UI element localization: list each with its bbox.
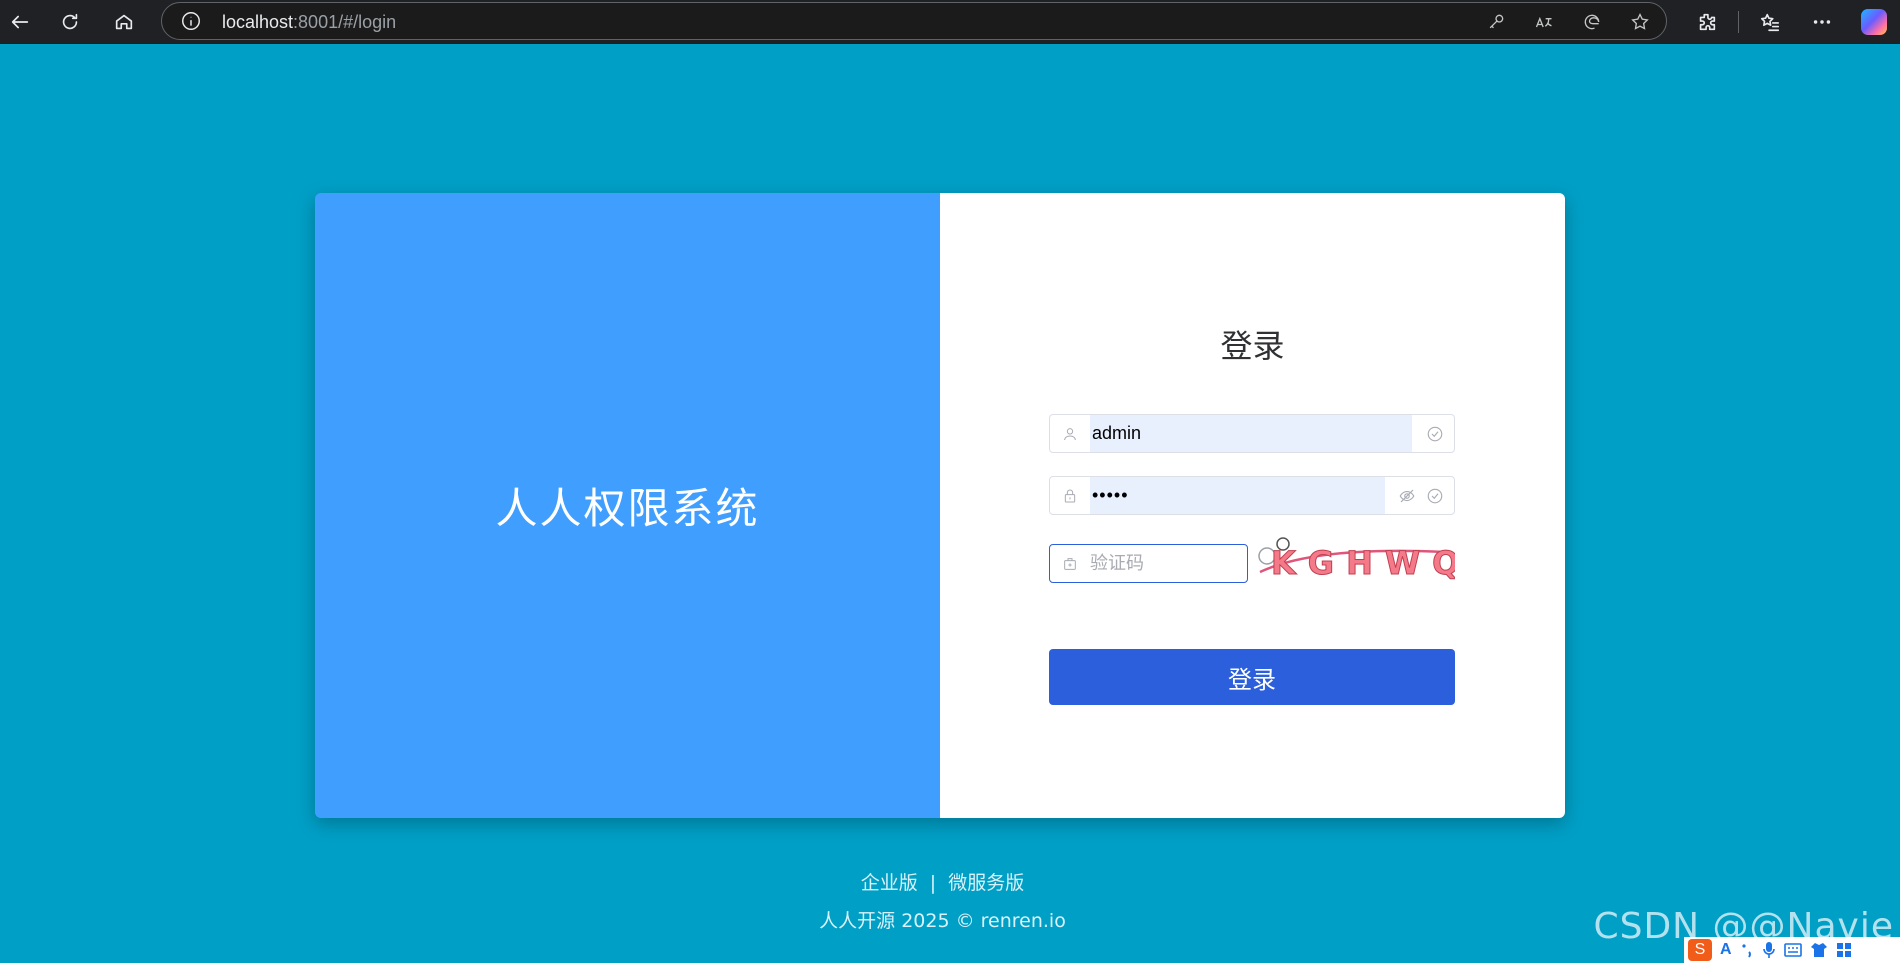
url-host: localhost xyxy=(222,12,294,32)
login-panel: 登录 admin ••••• 验证码 KGHWQ 登录 xyxy=(940,193,1565,818)
captcha-icon xyxy=(1050,545,1090,582)
login-button[interactable]: 登录 xyxy=(1049,649,1455,705)
copilot-icon[interactable] xyxy=(1861,9,1887,35)
enterprise-edition-link[interactable]: 企业版 xyxy=(861,872,918,894)
favorites-button[interactable] xyxy=(1747,2,1793,42)
username-value[interactable]: admin xyxy=(1090,415,1412,452)
footer-separator: | xyxy=(929,872,937,894)
brand-panel: 人人权限系统 xyxy=(315,193,940,818)
check-circle-icon xyxy=(1427,426,1443,442)
browser-toolbar: localhost:8001/#/login xyxy=(0,0,1900,44)
captcha-input[interactable] xyxy=(1090,545,1240,582)
skin-shirt-icon[interactable] xyxy=(1810,942,1828,958)
captcha-text: KGHWQ xyxy=(1271,544,1455,582)
captcha-image[interactable]: KGHWQ xyxy=(1255,536,1455,588)
eye-off-icon[interactable] xyxy=(1398,487,1416,505)
back-button[interactable] xyxy=(0,2,40,42)
toolbar-divider xyxy=(1738,11,1739,33)
system-title: 人人权限系统 xyxy=(495,484,760,533)
reload-icon xyxy=(62,13,78,30)
ime-toolbar: S A xyxy=(1684,937,1900,963)
check-circle-icon xyxy=(1427,488,1443,504)
site-info-icon[interactable] xyxy=(180,10,202,32)
punctuation-icon[interactable] xyxy=(1740,942,1754,958)
captcha-field[interactable] xyxy=(1049,544,1248,583)
microphone-icon[interactable] xyxy=(1762,941,1776,959)
more-dots-icon xyxy=(1813,20,1831,24)
more-menu-button[interactable] xyxy=(1799,2,1845,42)
home-icon xyxy=(115,14,133,30)
password-field[interactable]: ••••• xyxy=(1049,476,1455,515)
toolbox-grid-icon[interactable] xyxy=(1836,942,1852,958)
username-field[interactable]: admin xyxy=(1049,414,1455,453)
footer-links: 企业版 | 微服务版 xyxy=(0,868,1885,895)
puzzle-icon xyxy=(1699,13,1716,31)
lock-icon xyxy=(1050,477,1090,514)
key-icon[interactable] xyxy=(1482,9,1510,35)
url-text[interactable]: localhost:8001/#/login xyxy=(222,12,396,33)
sogou-ime-logo[interactable]: S xyxy=(1688,939,1712,961)
url-path: :8001/#/login xyxy=(293,12,397,32)
extensions-button[interactable] xyxy=(1684,2,1730,42)
user-icon xyxy=(1050,415,1090,452)
microservice-edition-link[interactable]: 微服务版 xyxy=(948,872,1024,894)
login-heading: 登录 xyxy=(1220,327,1285,365)
arrow-left-icon xyxy=(11,15,29,29)
translate-icon[interactable] xyxy=(1530,9,1558,35)
home-button[interactable] xyxy=(104,2,144,42)
keyboard-icon[interactable] xyxy=(1783,943,1802,957)
reload-button[interactable] xyxy=(50,2,90,42)
address-bar[interactable]: localhost:8001/#/login xyxy=(161,2,1667,40)
edge-icon[interactable] xyxy=(1578,9,1606,35)
login-card: 人人权限系统 登录 admin ••••• 验证码 KGHWQ 登录 xyxy=(315,193,1565,818)
favorites-list-icon xyxy=(1760,13,1780,32)
password-value[interactable]: ••••• xyxy=(1090,477,1385,514)
ime-mode-indicator[interactable]: A xyxy=(1720,941,1732,959)
favorite-star-icon[interactable] xyxy=(1626,9,1654,35)
